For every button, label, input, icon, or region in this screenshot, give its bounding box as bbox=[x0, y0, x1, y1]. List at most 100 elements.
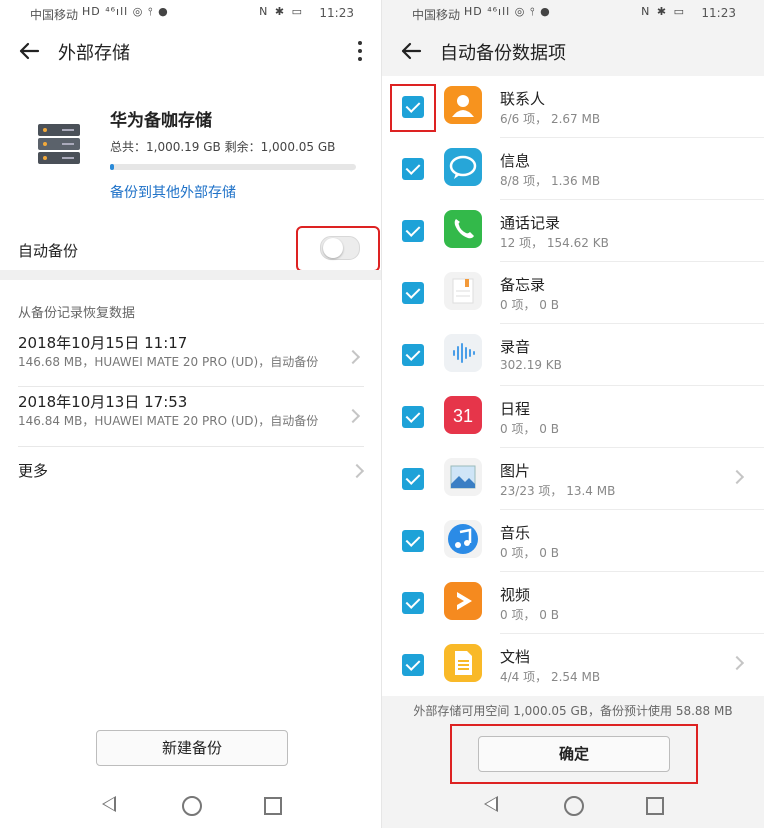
item-name: 日程 bbox=[500, 400, 531, 418]
backup-item-calendar[interactable]: 31 日程 0 项， 0 B bbox=[382, 386, 764, 448]
calendar-icon: 31 bbox=[444, 396, 482, 434]
backup-to-other-storage-link[interactable]: 备份到其他外部存储 bbox=[110, 182, 236, 202]
carrier-label: 中国移动 bbox=[412, 8, 461, 22]
backup-item-video[interactable]: 视频 0 项， 0 B bbox=[382, 572, 764, 634]
signal-icons: HD ⁴⁶ıll ◎ ⫯ ● bbox=[82, 5, 169, 18]
storage-usage-bar bbox=[110, 164, 356, 170]
more-label: 更多 bbox=[18, 462, 49, 480]
back-arrow-icon[interactable] bbox=[14, 36, 44, 66]
backup-record-date: 2018年10月13日 17:53 bbox=[18, 393, 188, 411]
backup-item-documents[interactable]: 文档 4/4 项， 2.54 MB bbox=[382, 634, 764, 696]
nav-recent-apps-icon[interactable] bbox=[264, 797, 282, 815]
clock: 11:23 bbox=[319, 6, 354, 20]
item-meta: 4/4 项， 2.54 MB bbox=[500, 670, 601, 684]
nav-back-icon[interactable] bbox=[484, 796, 498, 812]
item-meta: 0 项， 0 B bbox=[500, 546, 559, 560]
page-title: 自动备份数据项 bbox=[440, 43, 566, 64]
calendar-icon-date: 31 bbox=[453, 406, 473, 426]
notepad-icon bbox=[444, 272, 482, 310]
signal-icons: HD ⁴⁶ıll ◎ ⫯ ● bbox=[464, 5, 551, 18]
auto-backup-items-screen: 中国移动 HD ⁴⁶ıll ◎ ⫯ ● N ✱ ▭ 11:23 自动备份数据项 … bbox=[382, 0, 764, 828]
chevron-right-icon bbox=[345, 349, 361, 365]
backup-item-music[interactable]: 音乐 0 项， 0 B bbox=[382, 510, 764, 572]
backup-item-recorder[interactable]: 录音 302.19 KB bbox=[382, 324, 764, 386]
back-arrow-icon[interactable] bbox=[396, 36, 426, 66]
checkbox-checked-icon[interactable] bbox=[402, 220, 424, 242]
more-vert-icon[interactable] bbox=[356, 38, 364, 64]
item-meta: 302.19 KB bbox=[500, 358, 562, 372]
item-meta: 8/8 项， 1.36 MB bbox=[500, 174, 601, 188]
backup-record[interactable]: 2018年10月15日 11:17 146.68 MB，HUAWEI MATE … bbox=[18, 332, 364, 387]
checkbox-checked-icon[interactable] bbox=[402, 468, 424, 490]
storage-usage-text: 总共：1,000.19 GB 剩余：1,000.05 GB bbox=[110, 140, 336, 154]
auto-backup-label: 自动备份 bbox=[18, 242, 79, 260]
backup-record-date: 2018年10月15日 11:17 bbox=[18, 334, 188, 352]
item-name: 文档 bbox=[500, 648, 531, 666]
system-nav-bar bbox=[382, 784, 764, 828]
item-name: 备忘录 bbox=[500, 276, 546, 294]
backup-record[interactable]: 2018年10月13日 17:53 146.84 MB，HUAWEI MATE … bbox=[18, 391, 364, 447]
carrier-label: 中国移动 bbox=[30, 8, 79, 22]
system-icons: N ✱ ▭ bbox=[641, 5, 686, 18]
item-name: 信息 bbox=[500, 152, 531, 170]
backup-record-detail: 146.84 MB，HUAWEI MATE 20 PRO (UD)，自动备份 bbox=[18, 414, 319, 428]
storage-device-name: 华为备咖存储 bbox=[110, 111, 212, 131]
backup-item-call-log[interactable]: 通话记录 12 项， 154.62 KB bbox=[382, 200, 764, 262]
more-records-row[interactable]: 更多 bbox=[18, 460, 48, 481]
item-meta: 0 项， 0 B bbox=[500, 608, 559, 622]
nav-home-icon[interactable] bbox=[182, 796, 202, 816]
item-name: 图片 bbox=[500, 462, 531, 480]
system-nav-bar bbox=[0, 784, 382, 828]
backup-item-notepad[interactable]: 备忘录 0 项， 0 B bbox=[382, 262, 764, 324]
storage-device-icon bbox=[38, 124, 80, 164]
call-log-icon bbox=[444, 210, 482, 248]
storage-usage-fill bbox=[110, 164, 114, 170]
video-icon bbox=[444, 582, 482, 620]
item-name: 录音 bbox=[500, 338, 531, 356]
item-meta: 6/6 项， 2.67 MB bbox=[500, 112, 601, 126]
highlight-box-checkbox bbox=[390, 84, 436, 132]
item-meta: 0 项， 0 B bbox=[500, 298, 559, 312]
checkbox-checked-icon[interactable] bbox=[402, 282, 424, 304]
item-meta: 23/23 项， 13.4 MB bbox=[500, 484, 616, 498]
checkbox-checked-icon[interactable] bbox=[402, 654, 424, 676]
backup-record-detail: 146.68 MB，HUAWEI MATE 20 PRO (UD)，自动备份 bbox=[18, 355, 319, 369]
recorder-icon bbox=[444, 334, 482, 372]
section-separator bbox=[0, 270, 382, 280]
checkbox-checked-icon[interactable] bbox=[402, 344, 424, 366]
item-name: 视频 bbox=[500, 586, 531, 604]
item-name: 音乐 bbox=[500, 524, 531, 542]
page-title: 外部存储 bbox=[58, 43, 130, 64]
music-icon bbox=[444, 520, 482, 558]
nav-back-icon[interactable] bbox=[102, 796, 116, 812]
backup-item-contacts[interactable]: 联系人 6/6 项， 2.67 MB bbox=[382, 76, 764, 138]
highlight-box-confirm bbox=[450, 724, 698, 784]
external-storage-screen: 中国移动 HD ⁴⁶ıll ◎ ⫯ ● N ✱ ▭ 11:23 外部存储 华为备… bbox=[0, 0, 382, 828]
item-meta: 12 项， 154.62 KB bbox=[500, 236, 609, 250]
chevron-right-icon bbox=[729, 469, 745, 485]
gallery-icon bbox=[444, 458, 482, 496]
checkbox-checked-icon[interactable] bbox=[402, 406, 424, 428]
checkbox-checked-icon[interactable] bbox=[402, 592, 424, 614]
nav-home-icon[interactable] bbox=[564, 796, 584, 816]
backup-item-gallery[interactable]: 图片 23/23 项， 13.4 MB bbox=[382, 448, 764, 510]
nav-recent-apps-icon[interactable] bbox=[646, 797, 664, 815]
app-bar: 自动备份数据项 bbox=[382, 26, 764, 76]
item-name: 联系人 bbox=[500, 90, 546, 108]
app-bar: 外部存储 bbox=[0, 26, 382, 76]
chevron-right-icon bbox=[349, 463, 365, 479]
checkbox-checked-icon[interactable] bbox=[402, 530, 424, 552]
item-meta: 0 项， 0 B bbox=[500, 422, 559, 436]
document-icon bbox=[444, 644, 482, 682]
status-bar: 中国移动 HD ⁴⁶ıll ◎ ⫯ ● N ✱ ▭ 11:23 bbox=[0, 0, 382, 26]
restore-section-title: 从备份记录恢复数据 bbox=[18, 306, 136, 321]
clock: 11:23 bbox=[701, 6, 736, 20]
backup-item-messages[interactable]: 信息 8/8 项， 1.36 MB bbox=[382, 138, 764, 200]
chevron-right-icon bbox=[729, 655, 745, 671]
messages-icon bbox=[444, 148, 482, 186]
status-bar: 中国移动 HD ⁴⁶ıll ◎ ⫯ ● N ✱ ▭ 11:23 bbox=[382, 0, 764, 26]
new-backup-button[interactable]: 新建备份 bbox=[96, 730, 288, 766]
checkbox-checked-icon[interactable] bbox=[402, 158, 424, 180]
contacts-icon bbox=[444, 86, 482, 124]
storage-estimate-note: 外部存储可用空间 1,000.05 GB，备份预计使用 58.88 MB bbox=[413, 704, 733, 718]
